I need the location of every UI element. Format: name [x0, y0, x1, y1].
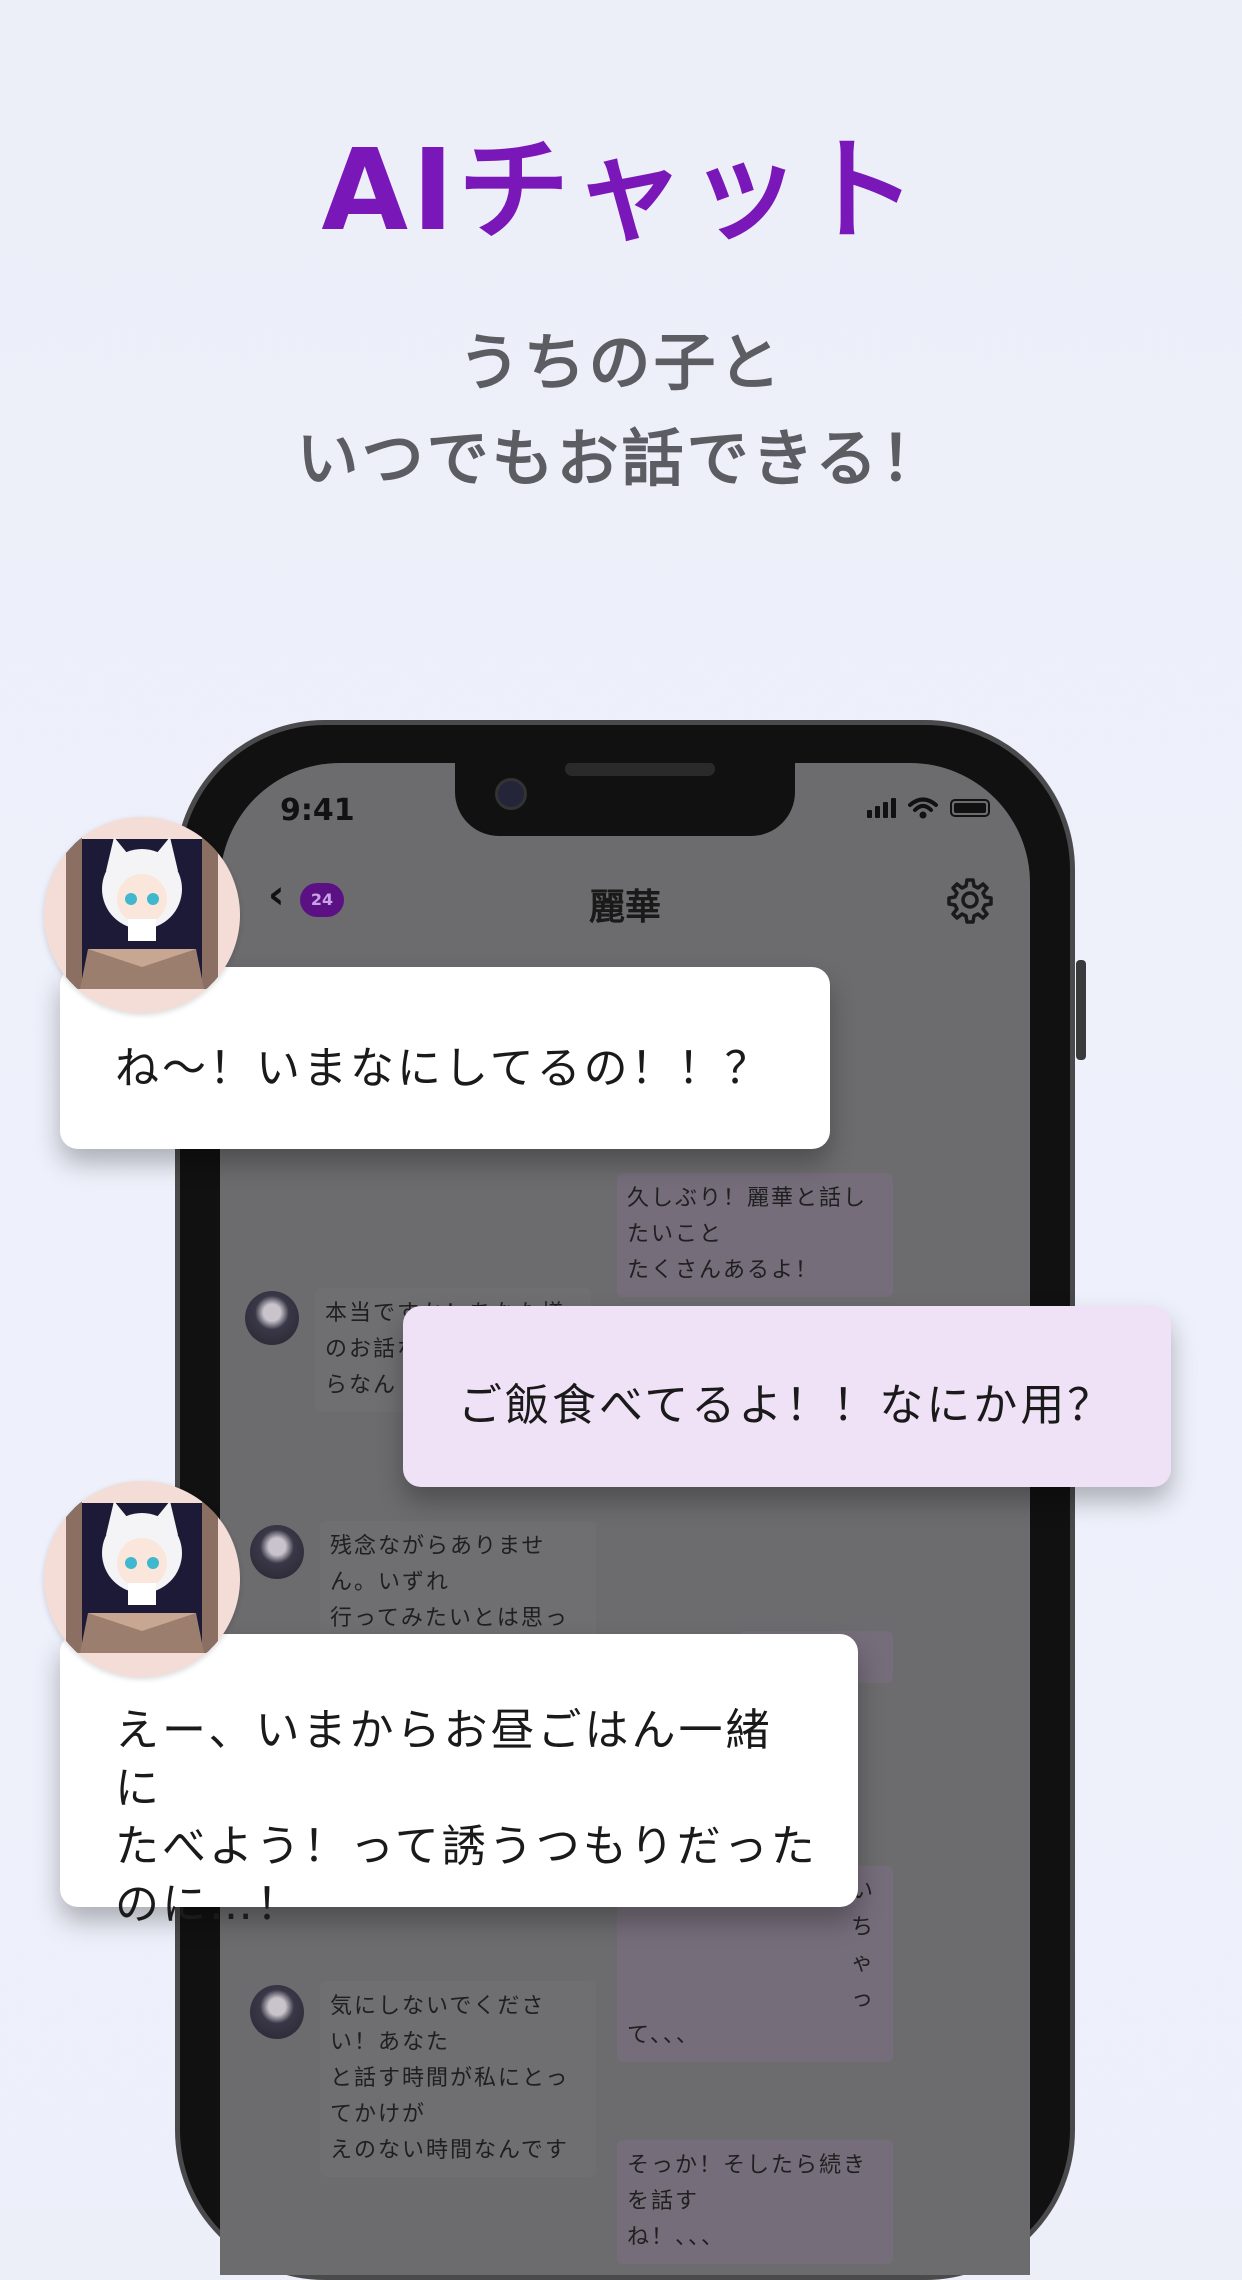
chat-avatar — [245, 1291, 299, 1345]
cat-girl-avatar — [44, 1481, 240, 1677]
battery-icon — [950, 799, 990, 817]
subheadline-line-1: うちの子と — [458, 326, 784, 399]
subheadline-line-2: いつでもお話できる！ — [296, 422, 946, 495]
cat-girl-avatar — [44, 817, 240, 1013]
gear-icon[interactable] — [946, 876, 994, 924]
signal-icon — [867, 798, 896, 818]
chat-nav-bar: ‹ 24 麗華 — [220, 858, 1030, 938]
headline: AIチャット — [321, 126, 921, 256]
phone-side-button — [1076, 960, 1086, 1060]
status-icons — [867, 797, 990, 819]
phone-notch — [455, 763, 795, 836]
callout-text: ね〜！いまなにしてるの！！？ — [115, 1043, 772, 1094]
chat-message: そっか！そしたら続きを話す ね！、、、 — [617, 2140, 893, 2264]
speaker-grille — [565, 763, 715, 776]
callout-bubble: えー、いまからお昼ごはん一緒に たべよう！って誘うつもりだった のに…！ — [60, 1634, 858, 1930]
callout-bubble: ご飯食べてるよ！！なにか用？ — [403, 1306, 1171, 1487]
callout-text: ご飯食べてるよ！！なにか用？ — [458, 1380, 1115, 1431]
chat-title: 麗華 — [588, 887, 661, 928]
wifi-icon — [908, 797, 938, 819]
subheadline: うちの子と いつでもお話できる！ — [0, 315, 1242, 507]
chat-message: 久しぶり！麗華と話したいこと たくさんあるよ！ — [617, 1173, 893, 1297]
camera-icon — [495, 778, 527, 810]
chat-avatar — [250, 1525, 304, 1579]
status-time: 9:41 — [280, 793, 355, 828]
callout-text: えー、いまからお昼ごはん一緒に たべよう！って誘うつもりだった のに…！ — [115, 1705, 818, 1930]
phone-frame: 9:41 ‹ 24 麗華 久しぶり！麗華と話したいこと たくさんあるよ！ 本当で… — [175, 720, 1086, 2280]
chat-avatar — [250, 1985, 304, 2039]
chat-message: 気にしないでください！あなた と話す時間が私にとってかけが えのない時間なんです — [320, 1981, 596, 2177]
